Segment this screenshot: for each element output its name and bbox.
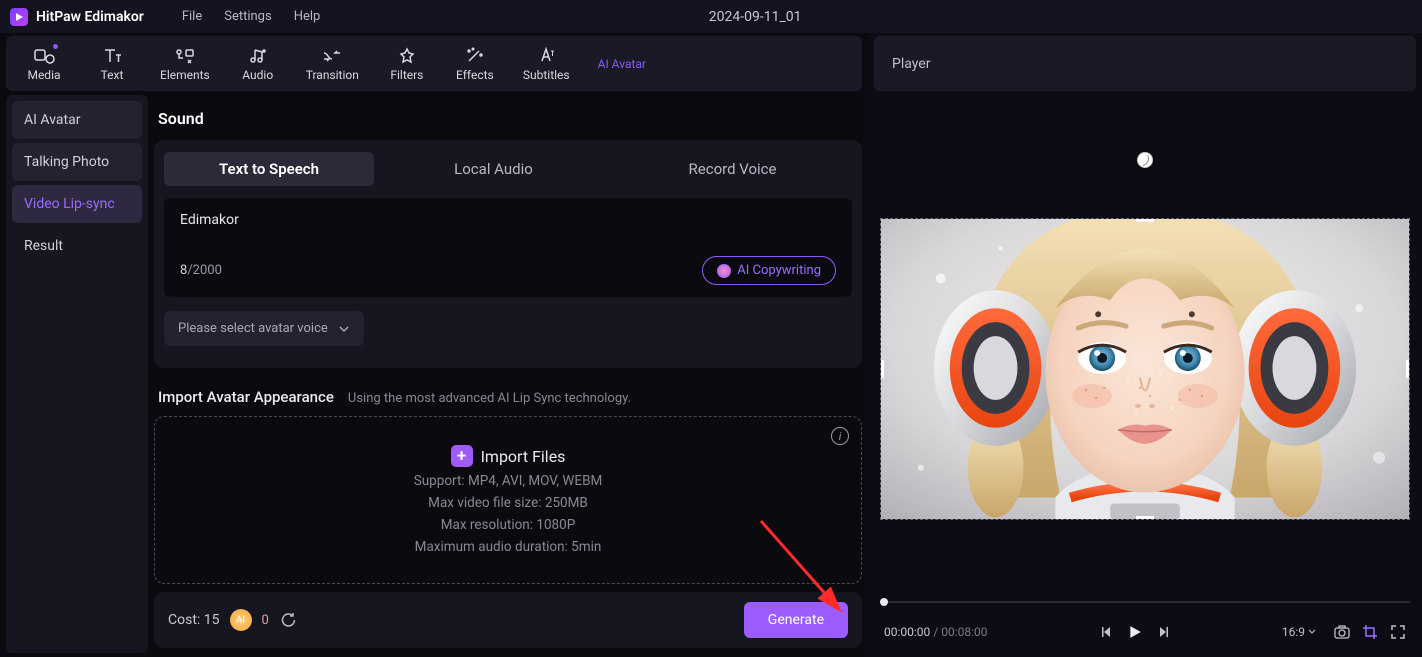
- sound-block: Text to Speech Local Audio Record Voice …: [154, 140, 862, 368]
- ai-copywriting-button[interactable]: AI Copywriting: [702, 256, 836, 285]
- fullscreen-icon[interactable]: [1390, 624, 1406, 640]
- sound-tabs: Text to Speech Local Audio Record Voice: [164, 150, 852, 188]
- char-count: 8/2000: [180, 263, 222, 278]
- project-title: 2024-09-11_01: [338, 9, 1412, 25]
- resize-handle-left[interactable]: [880, 360, 884, 378]
- refresh-icon[interactable]: [279, 611, 297, 629]
- tts-text-value: Edimakor: [180, 212, 836, 228]
- media-icon: [33, 46, 55, 66]
- sound-heading: Sound: [158, 109, 858, 128]
- menu-file[interactable]: File: [182, 9, 202, 24]
- preview-canvas[interactable]: [880, 218, 1410, 520]
- app-logo-icon: [10, 8, 28, 26]
- rotate-handle[interactable]: [1137, 152, 1153, 168]
- resize-handle-right[interactable]: [1406, 360, 1410, 378]
- tool-subtitles[interactable]: Subtitles: [523, 46, 570, 82]
- player-controls: 00:00:00 / 00:08:00 16:9: [874, 613, 1416, 651]
- generate-button[interactable]: Generate: [744, 602, 848, 638]
- tab-text-to-speech[interactable]: Text to Speech: [164, 152, 374, 186]
- tts-text-input[interactable]: Edimakor 8/2000 AI Copywriting: [164, 198, 852, 297]
- playback-track[interactable]: [880, 595, 1410, 609]
- subtitles-icon: [535, 46, 557, 66]
- text-icon: [101, 46, 123, 66]
- import-files-button[interactable]: + Import Files: [451, 445, 566, 467]
- sidebar-item-ai-avatar[interactable]: AI Avatar: [12, 101, 142, 139]
- menu-help[interactable]: Help: [294, 9, 321, 24]
- menu-settings[interactable]: Settings: [224, 9, 271, 24]
- app-title: HitPaw Edimakor: [36, 9, 144, 25]
- tool-audio[interactable]: Audio: [238, 46, 278, 82]
- playhead[interactable]: [880, 598, 888, 606]
- resize-handle-top[interactable]: [1136, 218, 1154, 222]
- app-logo-block: HitPaw Edimakor: [10, 8, 144, 26]
- menu-bar: File Settings Help: [182, 9, 321, 24]
- preview-area: 00:00:00 / 00:08:00 16:9: [868, 91, 1422, 657]
- coin-icon: AI: [230, 609, 252, 631]
- resize-handle-bottom[interactable]: [1136, 516, 1154, 520]
- crop-icon[interactable]: [1362, 624, 1378, 640]
- dz-size: Max video file size: 250MB: [428, 495, 588, 511]
- dz-support: Support: MP4, AVI, MOV, WEBM: [414, 473, 603, 489]
- dz-res: Max resolution: 1080P: [441, 517, 576, 533]
- sidebar-item-result[interactable]: Result: [12, 227, 142, 265]
- player-title: Player: [892, 56, 930, 72]
- elements-icon: [174, 46, 196, 66]
- time-display: 00:00:00 / 00:08:00: [884, 625, 987, 639]
- sidebar: AI Avatar Talking Photo Video Lip-sync R…: [6, 95, 148, 653]
- coin-count: 0: [262, 613, 269, 628]
- import-dropzone[interactable]: i + Import Files Support: MP4, AVI, MOV,…: [154, 416, 862, 584]
- snapshot-icon[interactable]: [1334, 624, 1350, 640]
- player-header: Player: [874, 36, 1416, 91]
- dz-dur: Maximum audio duration: 5min: [415, 539, 602, 555]
- tool-elements[interactable]: Elements: [160, 46, 210, 82]
- filters-icon: [396, 46, 418, 66]
- cost-label: Cost: 15: [168, 612, 220, 628]
- import-heading-row: Import Avatar Appearance Using the most …: [158, 388, 858, 406]
- effects-icon: [464, 46, 486, 66]
- tool-media[interactable]: Media: [24, 46, 64, 82]
- sparkle-icon: [717, 264, 731, 278]
- title-bar: HitPaw Edimakor File Settings Help 2024-…: [0, 0, 1422, 33]
- transition-icon: [321, 46, 343, 66]
- aspect-ratio[interactable]: 16:9: [1282, 625, 1316, 639]
- bottom-bar: Cost: 15 AI 0 Generate: [154, 592, 862, 648]
- import-heading: Import Avatar Appearance: [158, 388, 334, 406]
- info-icon[interactable]: i: [831, 427, 849, 445]
- tab-local-audio[interactable]: Local Audio: [374, 152, 613, 186]
- chevron-down-icon: [338, 323, 350, 335]
- tool-text[interactable]: Text: [92, 46, 132, 82]
- sidebar-item-talking-photo[interactable]: Talking Photo: [12, 143, 142, 181]
- tab-record-voice[interactable]: Record Voice: [613, 152, 852, 186]
- tool-effects[interactable]: Effects: [455, 46, 495, 82]
- voice-select[interactable]: Please select avatar voice: [164, 311, 364, 346]
- tool-transition[interactable]: Transition: [306, 46, 359, 82]
- next-frame-icon[interactable]: [1155, 624, 1171, 640]
- play-icon[interactable]: [1127, 624, 1143, 640]
- import-subheading: Using the most advanced AI Lip Sync tech…: [348, 391, 631, 406]
- content-panel: Sound Text to Speech Local Audio Record …: [154, 95, 862, 653]
- sidebar-item-video-lip-sync[interactable]: Video Lip-sync: [12, 185, 142, 223]
- prev-frame-icon[interactable]: [1099, 624, 1115, 640]
- avatar-preview-image: [881, 219, 1409, 519]
- tool-ai-avatar[interactable]: AI Avatar: [598, 57, 646, 71]
- plus-icon: +: [451, 445, 473, 467]
- audio-icon: [247, 46, 269, 66]
- tool-filters[interactable]: Filters: [387, 46, 427, 82]
- main-toolbar: Media Text Elements Audio Transition Fil…: [6, 36, 862, 91]
